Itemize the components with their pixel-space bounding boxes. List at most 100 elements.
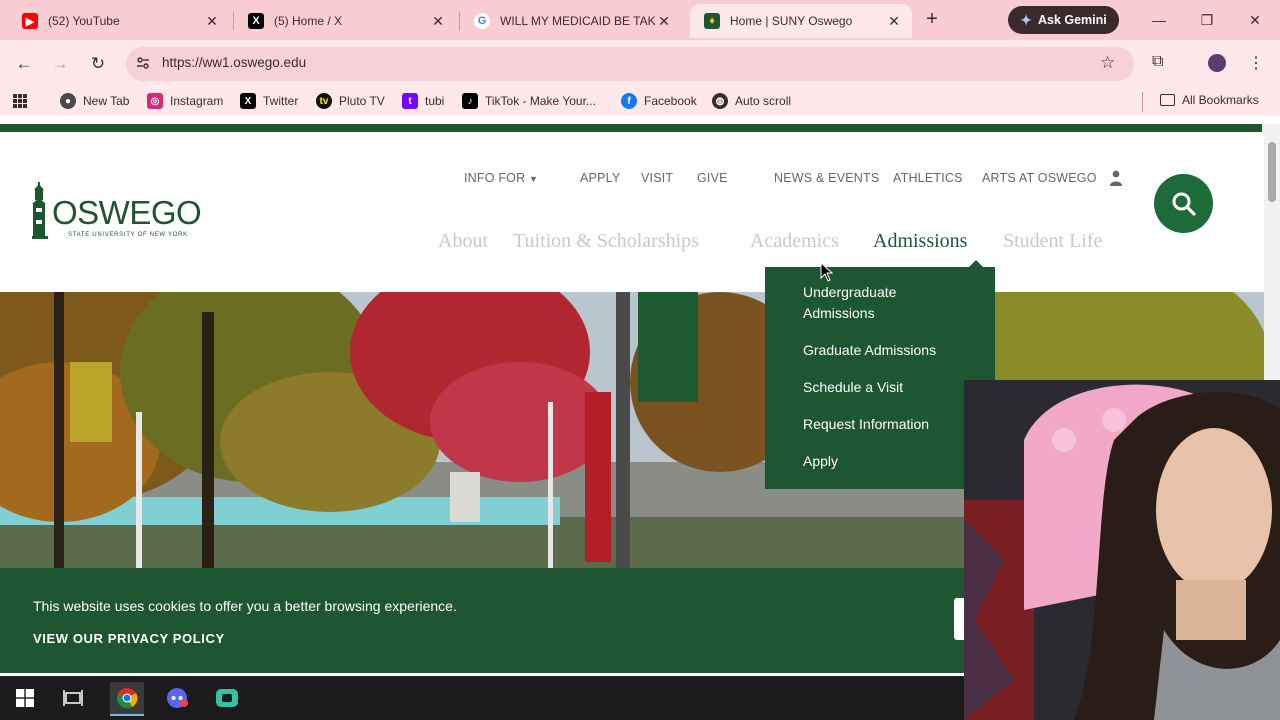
nav-athletics[interactable]: ATHLETICS bbox=[893, 171, 963, 185]
tiktok-icon: ♪ bbox=[462, 93, 478, 109]
back-button[interactable]: ← bbox=[12, 52, 36, 76]
nav-visit[interactable]: VISIT bbox=[641, 171, 673, 185]
close-icon[interactable]: ✕ bbox=[656, 13, 672, 30]
bookmark-label: Auto scroll bbox=[735, 94, 792, 108]
windows-start-icon[interactable] bbox=[8, 682, 42, 714]
ask-gemini-label: Ask Gemini bbox=[1037, 13, 1107, 27]
caret-down-icon: ▼ bbox=[529, 174, 539, 184]
folder-icon bbox=[1160, 94, 1175, 106]
menu-item-label: Undergraduate bbox=[803, 284, 897, 300]
extensions-icon[interactable]: ⧉ bbox=[1152, 53, 1163, 71]
bookmarks-separator bbox=[1142, 92, 1143, 112]
x-icon: X bbox=[240, 93, 256, 109]
bookmark-label: Pluto TV bbox=[339, 94, 385, 108]
mouse-cursor-icon bbox=[820, 262, 834, 282]
tab-title: (5) Home / X bbox=[274, 14, 343, 28]
bookmark-instagram[interactable]: ◎ Instagram bbox=[147, 93, 223, 109]
instagram-icon: ◎ bbox=[147, 93, 163, 109]
nav-tuition-scholarships[interactable]: Tuition & Scholarships bbox=[513, 230, 699, 253]
windows-taskbar bbox=[0, 676, 964, 720]
nav-academics[interactable]: Academics bbox=[750, 230, 839, 253]
x-icon: X bbox=[248, 13, 264, 29]
close-icon[interactable]: ✕ bbox=[430, 13, 446, 30]
bookmark-label: Twitter bbox=[263, 94, 299, 108]
google-icon: G bbox=[474, 13, 490, 29]
tab-x-home[interactable]: X (5) Home / X ✕ bbox=[234, 4, 456, 38]
bookmark-facebook[interactable]: f Facebook bbox=[621, 93, 697, 109]
reload-button[interactable]: ↻ bbox=[86, 52, 110, 76]
logo-wordmark: OSWEGO bbox=[52, 194, 201, 231]
oswego-icon: ♦ bbox=[704, 13, 720, 29]
site-info-icon[interactable] bbox=[135, 55, 151, 71]
url-text[interactable]: https://ww1.oswego.edu bbox=[162, 55, 306, 70]
apps-grid-icon[interactable] bbox=[12, 93, 28, 109]
task-view-icon[interactable] bbox=[56, 682, 90, 714]
ask-gemini-button[interactable]: ✦ Ask Gemini bbox=[1008, 6, 1119, 34]
gemini-sparkle-icon: ✦ bbox=[1020, 11, 1032, 28]
nav-arts[interactable]: ARTS AT OSWEGO bbox=[982, 171, 1097, 185]
all-bookmarks-button[interactable]: All Bookmarks bbox=[1160, 93, 1259, 107]
browser-menu-icon[interactable]: ⋮ bbox=[1248, 53, 1264, 73]
close-window-button[interactable]: ✕ bbox=[1232, 6, 1278, 34]
tab-title: WILL MY MEDICAID BE TAKE bbox=[500, 14, 656, 28]
chrome-icon: ● bbox=[60, 93, 76, 109]
active-app-indicator bbox=[110, 714, 144, 716]
scrollbar-thumb[interactable] bbox=[1268, 142, 1276, 202]
close-icon[interactable]: ✕ bbox=[204, 13, 220, 30]
privacy-policy-link[interactable]: VIEW OUR PRIVACY POLICY bbox=[33, 631, 225, 646]
cookie-banner bbox=[0, 568, 964, 673]
nav-news-events[interactable]: NEWS & EVENTS bbox=[774, 171, 879, 185]
bookmark-tubi[interactable]: t tubi bbox=[402, 93, 444, 109]
info-for-menu[interactable]: INFO FOR ▼ bbox=[464, 171, 538, 185]
all-bookmarks-label: All Bookmarks bbox=[1182, 93, 1259, 107]
menu-item-request-information[interactable]: Request Information bbox=[803, 414, 929, 435]
info-for-label: INFO FOR bbox=[464, 171, 526, 185]
nav-admissions[interactable]: Admissions bbox=[873, 230, 967, 253]
close-icon[interactable]: ✕ bbox=[886, 13, 902, 30]
youtube-icon: ▶ bbox=[22, 13, 38, 29]
restore-button[interactable]: ❐ bbox=[1184, 6, 1230, 34]
nav-apply[interactable]: APPLY bbox=[580, 171, 620, 185]
forward-button[interactable]: → bbox=[48, 52, 72, 76]
bookmark-auto-scroll[interactable]: ◍ Auto scroll bbox=[712, 93, 791, 109]
pluto-tv-icon: tv bbox=[316, 93, 332, 109]
user-icon[interactable] bbox=[1109, 170, 1123, 186]
minimize-button[interactable]: — bbox=[1136, 6, 1182, 34]
tab-google-search[interactable]: G WILL MY MEDICAID BE TAKE ✕ bbox=[460, 4, 682, 38]
bookmark-label: New Tab bbox=[83, 94, 130, 108]
bookmark-twitter[interactable]: X Twitter bbox=[240, 93, 298, 109]
streamlabs-icon[interactable] bbox=[210, 682, 244, 714]
menu-item-schedule-visit[interactable]: Schedule a Visit bbox=[803, 377, 903, 398]
facebook-icon: f bbox=[621, 93, 637, 109]
chrome-icon[interactable] bbox=[110, 682, 144, 714]
bookmark-new-tab[interactable]: ● New Tab bbox=[60, 93, 129, 109]
tab-youtube[interactable]: ▶ (52) YouTube ✕ bbox=[8, 4, 230, 38]
discord-icon[interactable] bbox=[160, 682, 194, 714]
menu-item-graduate-admissions[interactable]: Graduate Admissions bbox=[803, 340, 936, 361]
bookmark-tiktok[interactable]: ♪ TikTok - Make Your... bbox=[462, 93, 596, 109]
bookmark-label: TikTok - Make Your... bbox=[485, 94, 596, 108]
profile-avatar[interactable] bbox=[1208, 54, 1226, 72]
tab-suny-oswego[interactable]: ♦ Home | SUNY Oswego ✕ bbox=[690, 4, 912, 38]
oswego-logo[interactable]: OSWEGO STATE UNIVERSITY OF NEW YORK bbox=[32, 180, 212, 244]
menu-item-undergraduate-admissions[interactable]: Undergraduate Admissions bbox=[803, 282, 896, 324]
new-tab-button[interactable]: + bbox=[920, 8, 944, 32]
menu-item-apply[interactable]: Apply bbox=[803, 451, 838, 472]
cookie-message: This website uses cookies to offer you a… bbox=[33, 598, 457, 614]
menu-item-label: Admissions bbox=[803, 305, 875, 321]
nav-student-life[interactable]: Student Life bbox=[1003, 230, 1102, 253]
logo-tagline: STATE UNIVERSITY OF NEW YORK bbox=[68, 232, 188, 238]
search-button[interactable] bbox=[1154, 174, 1213, 233]
nav-about[interactable]: About bbox=[438, 230, 488, 253]
top-accent-bar bbox=[0, 124, 1262, 132]
search-icon bbox=[1172, 192, 1196, 216]
tab-title: (52) YouTube bbox=[48, 14, 120, 28]
bookmark-label: Instagram bbox=[170, 94, 224, 108]
bookmark-pluto-tv[interactable]: tv Pluto TV bbox=[316, 93, 385, 109]
bookmark-label: tubi bbox=[425, 94, 445, 108]
nav-give[interactable]: GIVE bbox=[697, 171, 728, 185]
bookmark-star-icon[interactable]: ☆ bbox=[1100, 53, 1115, 73]
tubi-icon: t bbox=[402, 93, 418, 109]
tab-title: Home | SUNY Oswego bbox=[730, 14, 853, 28]
webcam-overlay bbox=[964, 380, 1280, 720]
